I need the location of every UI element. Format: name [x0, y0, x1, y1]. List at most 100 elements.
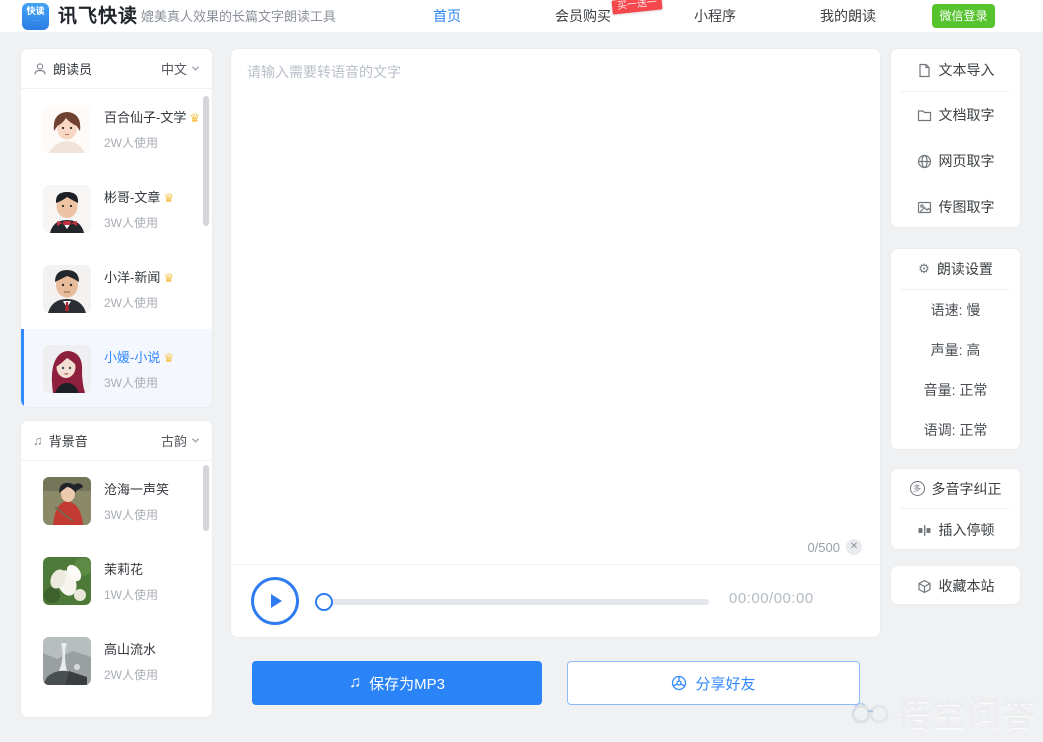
bgm-panel-header: ♫ 背景音 古韵 [21, 421, 212, 461]
bgm-name: 沧海一声笑 [104, 482, 169, 497]
setting-pitch[interactable]: 语调: 正常 [891, 410, 1020, 450]
bgm-category-value: 古韵 [161, 431, 187, 450]
logo-text: 快读 [22, 3, 49, 19]
reader-name: 百合仙子-文学♛ [104, 110, 200, 125]
tool-web-extract[interactable]: 网页取字 [891, 138, 1020, 184]
reader-item-xiaoyang[interactable]: 小洋-新闻♛ 2W人使用 [21, 249, 212, 329]
clear-text-button[interactable]: ✕ [846, 539, 862, 555]
reader-item-binge[interactable]: 彬哥-文章♛ 3W人使用 [21, 169, 212, 249]
import-tools-card: 文本导入 文档取字 网页取字 传图取字 [890, 48, 1021, 228]
bgm-category-dropdown[interactable]: 古韵 [161, 431, 200, 450]
language-filter-value: 中文 [161, 59, 187, 78]
char-counter: 0/500 [807, 540, 840, 555]
setting-speed[interactable]: 语速: 慢 [891, 290, 1020, 330]
nav-mini-program[interactable]: 小程序 [694, 0, 736, 33]
bgm-usage: 3W人使用 [104, 506, 169, 523]
bgm-item-gaoshanliushui[interactable]: 高山流水 2W人使用 [21, 621, 212, 701]
bgm-scrollbar[interactable] [203, 465, 209, 531]
reader-item-xiaoyuan-selected[interactable]: 小媛-小说♛ 3W人使用 [21, 329, 212, 408]
tool-polyphone-correction[interactable]: 多 多音字纠正 [891, 469, 1020, 508]
bgm-panel-title: 背景音 [49, 431, 161, 450]
crown-icon: ♛ [163, 271, 174, 285]
reader-avatar [43, 185, 91, 233]
watermark: 悟空问答 [849, 688, 1037, 736]
play-button[interactable] [251, 577, 299, 625]
editor-card: 0/500 ✕ 00:00/00:00 [230, 48, 881, 638]
bgm-item-molihua[interactable]: 茉莉花 1W人使用 [21, 541, 212, 621]
bgm-item-canghai[interactable]: 沧海一声笑 3W人使用 [21, 461, 212, 541]
read-settings-card: ⚙ 朗读设置 语速: 慢 声量: 高 音量: 正常 语调: 正常 [890, 248, 1021, 450]
reader-avatar [43, 345, 91, 393]
favorite-site-button[interactable]: 收藏本站 [891, 566, 1020, 605]
nav-home[interactable]: 首页 [433, 0, 461, 33]
wechat-login-button[interactable]: 微信登录 [932, 4, 995, 28]
music-note-icon: ♫ [33, 433, 43, 448]
pause-insert-icon [917, 523, 932, 538]
setting-volume[interactable]: 音量: 正常 [891, 370, 1020, 410]
tool-doc-extract[interactable]: 文档取字 [891, 92, 1020, 138]
readers-scrollbar[interactable] [203, 96, 209, 226]
reader-usage: 3W人使用 [104, 374, 174, 391]
bgm-cover [43, 637, 91, 685]
chevron-down-icon [191, 436, 200, 445]
reader-usage: 2W人使用 [104, 134, 200, 151]
promo-badge: 买一送一 [611, 0, 662, 15]
reader-avatar [43, 105, 91, 153]
top-header: 快读 ····· 讯飞快读 媲美真人效果的长篇文字朗读工具 首页 会员购买 买一… [0, 0, 1043, 33]
slider-handle[interactable] [315, 593, 333, 611]
polyphone-icon: 多 [910, 481, 925, 496]
reader-usage: 3W人使用 [104, 214, 174, 231]
tool-insert-pause[interactable]: 插入停顿 [891, 509, 1020, 550]
setting-voice-volume[interactable]: 声量: 高 [891, 330, 1020, 370]
crown-icon: ♛ [163, 351, 174, 365]
tool-text-import[interactable]: 文本导入 [891, 49, 1020, 91]
readers-panel-header: 朗读员 中文 [21, 49, 212, 89]
folder-icon [917, 108, 932, 123]
logo-subtext: ····· [22, 19, 49, 23]
correction-tools-card: 多 多音字纠正 插入停顿 [890, 468, 1021, 550]
reader-usage: 2W人使用 [104, 294, 174, 311]
image-icon [917, 200, 932, 215]
reader-item-baihexianzi[interactable]: 百合仙子-文学♛ 2W人使用 [21, 89, 212, 169]
reader-name: 彬哥-文章♛ [104, 190, 174, 205]
bgm-cover [43, 557, 91, 605]
player-divider [231, 564, 880, 565]
reader-name: 小洋-新闻♛ [104, 270, 174, 285]
document-icon [917, 63, 932, 78]
music-note-icon: ♫ [349, 674, 361, 692]
globe-icon [917, 154, 932, 169]
reader-name: 小媛-小说♛ [104, 350, 174, 365]
bgm-name: 高山流水 [104, 642, 156, 657]
app-title: 讯飞快读 [58, 0, 138, 33]
bgm-usage: 1W人使用 [104, 586, 158, 603]
gift-box-icon [917, 579, 932, 594]
share-wheel-icon [671, 675, 687, 691]
text-input-area[interactable] [247, 61, 866, 539]
gear-icon: ⚙ [918, 261, 930, 277]
app-logo[interactable]: 快读 ····· [22, 3, 49, 30]
app-tagline: 媲美真人效果的长篇文字朗读工具 [141, 0, 336, 33]
bgm-name: 茉莉花 [104, 562, 143, 577]
readers-panel-title: 朗读员 [53, 59, 161, 78]
chevron-down-icon [191, 64, 200, 73]
save-mp3-button[interactable]: ♫ 保存为MP3 [252, 661, 542, 705]
bgm-cover [43, 477, 91, 525]
bgm-panel: ♫ 背景音 古韵 沧海一声笑 3W人使用 [20, 420, 213, 718]
reader-avatar [43, 265, 91, 313]
favorite-site-card: 收藏本站 [890, 565, 1021, 605]
watermark-text: 悟空问答 [897, 688, 1037, 736]
bgm-usage: 2W人使用 [104, 666, 158, 683]
tool-image-extract[interactable]: 传图取字 [891, 184, 1020, 228]
crown-icon: ♛ [189, 111, 200, 125]
progress-slider[interactable] [317, 599, 709, 605]
nav-vip-purchase[interactable]: 会员购买 [555, 0, 611, 33]
time-display: 00:00/00:00 [729, 590, 814, 607]
person-icon [33, 62, 47, 76]
nav-my-readings[interactable]: 我的朗读 [820, 0, 876, 33]
read-settings-header[interactable]: ⚙ 朗读设置 [891, 249, 1020, 289]
readers-panel: 朗读员 中文 百合仙子-文学♛ 2W人使用 [20, 48, 213, 408]
share-button[interactable]: 分享好友 [567, 661, 860, 705]
language-filter-dropdown[interactable]: 中文 [161, 59, 200, 78]
play-icon [265, 591, 285, 611]
crown-icon: ♛ [163, 191, 174, 205]
